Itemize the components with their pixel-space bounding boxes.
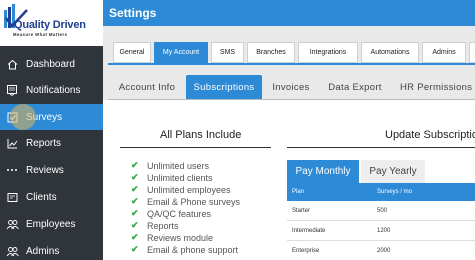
sidebar-item-employees[interactable]: Employees xyxy=(0,211,103,237)
tabs-underline xyxy=(108,63,475,65)
plan-surveys: 1200 xyxy=(377,227,391,234)
brand-tagline: Measure What Matters xyxy=(13,32,68,37)
plans-heading: All Plans Include xyxy=(160,129,242,141)
dots-icon xyxy=(5,163,19,177)
plans-table-header: Plan Surveys / mo xyxy=(287,183,475,201)
plan-surveys: 500 xyxy=(377,207,388,214)
chart-icon xyxy=(5,136,19,150)
sidebar-item-label: Clients xyxy=(26,191,57,203)
sidebar-item-reviews[interactable]: Reviews xyxy=(0,157,103,183)
bell-icon xyxy=(5,83,19,97)
feature-item: ✔ QA/QC features xyxy=(131,208,212,219)
tab-branches[interactable]: Branches xyxy=(247,42,295,63)
feature-item: ✔ Email & Phone surveys xyxy=(131,196,241,207)
sidebar-item-label: Notifications xyxy=(26,84,81,96)
sidebar-item-label: Reviews xyxy=(26,164,64,176)
feature-item: ✔ Reports xyxy=(131,220,179,231)
page-header: Settings xyxy=(103,0,475,26)
table-row[interactable]: Enterprise 2000 xyxy=(287,241,475,260)
column-header-plan: Plan xyxy=(292,189,305,195)
card-icon xyxy=(5,190,19,204)
check-icon: ✔ xyxy=(131,232,139,242)
table-row[interactable]: Intermediate 1200 xyxy=(287,221,475,241)
check-icon: ✔ xyxy=(131,196,139,206)
tab-admins[interactable]: Admins xyxy=(422,42,466,63)
subtab-subscriptions[interactable]: Subscriptions xyxy=(186,75,262,99)
sidebar-item-admins[interactable]: Admins xyxy=(0,238,103,260)
sidebar-item-clients[interactable]: Clients xyxy=(0,184,103,210)
sidebar-item-label: Employees xyxy=(26,218,76,230)
check-icon: ✔ xyxy=(131,220,139,230)
column-header-surveys: Surveys / mo xyxy=(377,189,413,195)
feature-item: ✔ Reviews module xyxy=(131,232,214,243)
update-subscription-heading: Update Subscription xyxy=(385,129,475,141)
tab-my-account[interactable]: My Account xyxy=(154,42,208,63)
table-row[interactable]: Starter 500 xyxy=(287,201,475,221)
brand-name: Quality Driven xyxy=(14,19,86,31)
feature-item: ✔ Unlimited clients xyxy=(131,172,213,183)
plan-name: Enterprise xyxy=(292,247,320,254)
subtab-account-info[interactable]: Account Info xyxy=(112,75,182,99)
sidebar-item-notifications[interactable]: Notifications xyxy=(0,77,103,103)
sidebar-item-label: Dashboard xyxy=(26,58,75,70)
plan-name: Intermediate xyxy=(292,227,326,234)
sidebar-item-label: Admins xyxy=(26,245,60,257)
sidebar: Quality Driven Measure What Matters Dash… xyxy=(0,0,103,260)
check-icon: ✔ xyxy=(131,160,139,170)
home-icon xyxy=(5,57,19,71)
users-icon xyxy=(5,217,19,231)
check-icon: ✔ xyxy=(131,172,139,182)
tab-automations[interactable]: Automations xyxy=(361,42,419,63)
pay-yearly-tab[interactable]: Pay Yearly xyxy=(361,160,425,183)
plan-surveys: 2000 xyxy=(377,247,391,254)
feature-item: ✔ Email & phone support xyxy=(131,244,239,255)
cursor-highlight xyxy=(10,104,36,130)
tab-sms[interactable]: SMS xyxy=(211,42,244,63)
sidebar-item-dashboard[interactable]: Dashboard xyxy=(0,51,103,77)
tab-general[interactable]: General xyxy=(113,42,151,63)
subtab-data-export[interactable]: Data Export xyxy=(322,75,388,99)
subtab-hr-permissions[interactable]: HR Permissions xyxy=(394,75,475,99)
tab-overflow[interactable] xyxy=(469,42,475,63)
tab-integrations[interactable]: Integrations xyxy=(298,42,358,63)
sidebar-item-label: Reports xyxy=(26,137,62,149)
feature-item: ✔ Unlimited employees xyxy=(131,184,231,195)
check-icon: ✔ xyxy=(131,184,139,194)
plans-divider xyxy=(120,147,271,148)
check-icon: ✔ xyxy=(131,244,139,254)
plan-name: Starter xyxy=(292,207,311,214)
brand-logo[interactable]: Quality Driven Measure What Matters xyxy=(0,0,103,46)
sidebar-item-reports[interactable]: Reports xyxy=(0,130,103,156)
page-title: Settings xyxy=(109,6,157,20)
subtab-invoices[interactable]: Invoices xyxy=(268,75,314,99)
check-icon: ✔ xyxy=(131,208,139,218)
users-icon xyxy=(5,244,19,258)
update-divider xyxy=(287,147,475,148)
feature-item: ✔ Unlimited users xyxy=(131,160,210,171)
pay-monthly-tab[interactable]: Pay Monthly xyxy=(287,160,359,183)
